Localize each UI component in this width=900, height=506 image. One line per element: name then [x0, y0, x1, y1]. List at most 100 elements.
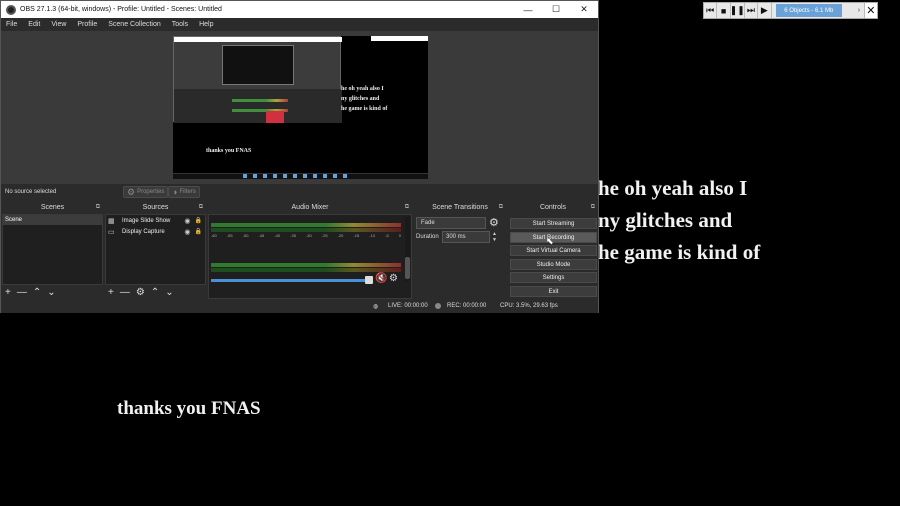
preview-canvas[interactable]: he oh yeah also I ny glitches and he gam…: [173, 36, 428, 179]
slideshow-thanks-text: thanks you FNAS: [117, 398, 261, 419]
scenes-dock: Scenes ⧉ Scene + — ⌃ ⌄: [2, 203, 103, 299]
gear-icon[interactable]: ⚙: [389, 273, 398, 284]
menu-bar: File Edit View Profile Scene Collection …: [1, 18, 598, 31]
gear-icon: ⚙: [127, 186, 136, 197]
settings-button[interactable]: Settings: [510, 272, 597, 283]
move-down-icon[interactable]: ⌄: [165, 287, 173, 298]
source-item[interactable]: ▭ Display Capture ◉ 🔒: [106, 226, 205, 237]
play-icon[interactable]: ▶: [758, 3, 772, 18]
slideshow-info: 6 Objects - 6.1 Mb: [775, 4, 843, 17]
scenes-toolbar: + — ⌃ ⌄: [2, 285, 103, 299]
popout-icon[interactable]: ⧉: [591, 203, 595, 212]
source-item[interactable]: ▦ Image Slide Show ◉ 🔒: [106, 215, 205, 226]
preview-text-line-3: he game is kind of: [341, 106, 388, 112]
maximize-button[interactable]: ☐: [542, 4, 570, 15]
remove-icon[interactable]: —: [17, 287, 27, 298]
scenes-dock-title: Scenes ⧉: [40, 203, 100, 212]
menu-help[interactable]: Help: [199, 21, 213, 28]
menu-file[interactable]: File: [6, 21, 17, 28]
controls-title: Controls ⧉: [539, 203, 595, 212]
no-source-label: No source selected: [5, 189, 57, 195]
scene-transitions-title: Scene Transitions ⧉: [432, 203, 503, 212]
add-icon[interactable]: +: [5, 287, 11, 298]
popout-icon[interactable]: ⧉: [405, 203, 409, 212]
move-down-icon[interactable]: ⌄: [47, 287, 55, 298]
filters-label: Filters: [179, 189, 196, 195]
slideshow-media-controls: ⏮ ■ ❚❚ ⏭ ▶ 6 Objects - 6.1 Mb › ✕: [703, 2, 878, 19]
duration-input[interactable]: 300 ms: [442, 231, 490, 243]
gear-icon[interactable]: ⚙: [489, 216, 499, 229]
scene-transitions-dock: Scene Transitions ⧉ Fade ⚙ Duration 300 …: [414, 203, 506, 299]
exit-button[interactable]: Exit: [510, 286, 597, 297]
filters-button[interactable]: ◑ Filters: [168, 186, 200, 198]
properties-label: Properties: [137, 189, 165, 195]
preview-text-line-1: he oh yeah also I: [341, 86, 384, 92]
next-icon[interactable]: ⏭: [745, 3, 759, 18]
preview-taskbar: [173, 173, 428, 179]
close-icon[interactable]: ✕: [863, 3, 878, 18]
live-icon: ◍: [373, 304, 379, 310]
menu-scene-collection[interactable]: Scene Collection: [108, 21, 161, 28]
sources-list: ▦ Image Slide Show ◉ 🔒 ▭ Display Capture…: [105, 214, 206, 285]
duration-spinner[interactable]: ▲ ▼: [492, 231, 497, 243]
scene-item[interactable]: Scene: [3, 215, 102, 225]
title-bar: OBS 27.1.3 (64-bit, windows) - Profile: …: [1, 1, 598, 18]
popout-icon[interactable]: ⧉: [96, 203, 100, 212]
eye-icon[interactable]: ◉: [184, 228, 190, 236]
gear-icon[interactable]: ⚙: [136, 287, 145, 298]
menu-tools[interactable]: Tools: [172, 21, 188, 28]
start-streaming-button[interactable]: Start Streaming: [510, 218, 597, 229]
eye-icon[interactable]: ◉: [184, 217, 190, 225]
audio-meter: [211, 268, 401, 272]
muted-speaker-icon[interactable]: 🔇: [375, 273, 387, 284]
preview-nested-window: [173, 36, 342, 123]
audio-mixer-body: -60 -55 -50 -45 -40 -35 -30 -25 -20 -15 -10 -5 0 🔇 ⚙: [208, 214, 412, 299]
sources-dock: Sources ⧉ ▦ Image Slide Show ◉ 🔒 ▭ Displ…: [105, 203, 206, 299]
image-icon: ▦: [108, 217, 115, 225]
expand-icon[interactable]: ›: [854, 7, 864, 14]
lock-icon[interactable]: 🔒: [195, 217, 202, 224]
volume-slider[interactable]: [211, 279, 371, 282]
volume-slider-handle[interactable]: [365, 276, 373, 284]
properties-button[interactable]: ⚙ Properties: [123, 186, 169, 198]
sources-toolbar: + — ⚙ ⌃ ⌄: [105, 285, 206, 299]
audio-meter: [211, 263, 401, 267]
preview-text-line-2: ny glitches and: [341, 96, 380, 102]
move-up-icon[interactable]: ⌃: [151, 287, 159, 298]
window-close-button[interactable]: ✕: [570, 4, 598, 15]
audio-meter: [211, 228, 401, 232]
audio-mixer-dock: Audio Mixer ⧉ -60 -55 -50 -45 -40 -35 -30 -25 -2…: [208, 203, 412, 299]
preview-area: he oh yeah also I ny glitches and he gam…: [1, 31, 598, 184]
add-icon[interactable]: +: [108, 287, 114, 298]
studio-mode-button[interactable]: Studio Mode: [510, 259, 597, 270]
mouse-cursor-icon: ⬉: [546, 236, 554, 246]
move-up-icon[interactable]: ⌃: [33, 287, 41, 298]
menu-view[interactable]: View: [51, 21, 66, 28]
audio-mixer-title: Audio Mixer ⧉: [291, 203, 409, 212]
remove-icon[interactable]: —: [120, 287, 130, 298]
record-dot-icon: [435, 303, 441, 309]
pause-icon[interactable]: ❚❚: [730, 3, 745, 18]
popout-icon[interactable]: ⧉: [199, 203, 203, 212]
controls-dock: Controls ⧉ Start Streaming Start Recordi…: [508, 203, 598, 299]
cpu-fps: CPU: 3.5%, 29.63 fps: [500, 303, 558, 309]
filter-icon: ◑: [172, 187, 178, 197]
meter-ticks: -60 -55 -50 -45 -40 -35 -30 -25 -20 -15 -10 -5 0: [211, 233, 401, 238]
audio-meter: [211, 223, 401, 227]
transition-select[interactable]: Fade: [416, 217, 486, 229]
menu-profile[interactable]: Profile: [77, 21, 97, 28]
duration-label: Duration: [416, 234, 439, 240]
mixer-scrollbar[interactable]: [405, 217, 410, 281]
menu-edit[interactable]: Edit: [28, 21, 40, 28]
popout-icon[interactable]: ⧉: [499, 203, 503, 212]
live-time: LIVE: 00:00:00: [388, 303, 428, 309]
slideshow-text-line-2: ny glitches and: [598, 208, 733, 232]
monitor-icon: ▭: [108, 228, 115, 236]
scenes-list: Scene: [2, 214, 103, 285]
sources-dock-title: Sources ⧉: [142, 203, 203, 212]
previous-icon[interactable]: ⏮: [704, 3, 718, 18]
source-toolbar: No source selected ⚙ Properties ◑ Filter…: [1, 184, 598, 199]
lock-icon[interactable]: 🔒: [195, 228, 202, 235]
minimize-button[interactable]: —: [514, 5, 542, 15]
slideshow-text-line-3: he game is kind of: [598, 240, 761, 264]
